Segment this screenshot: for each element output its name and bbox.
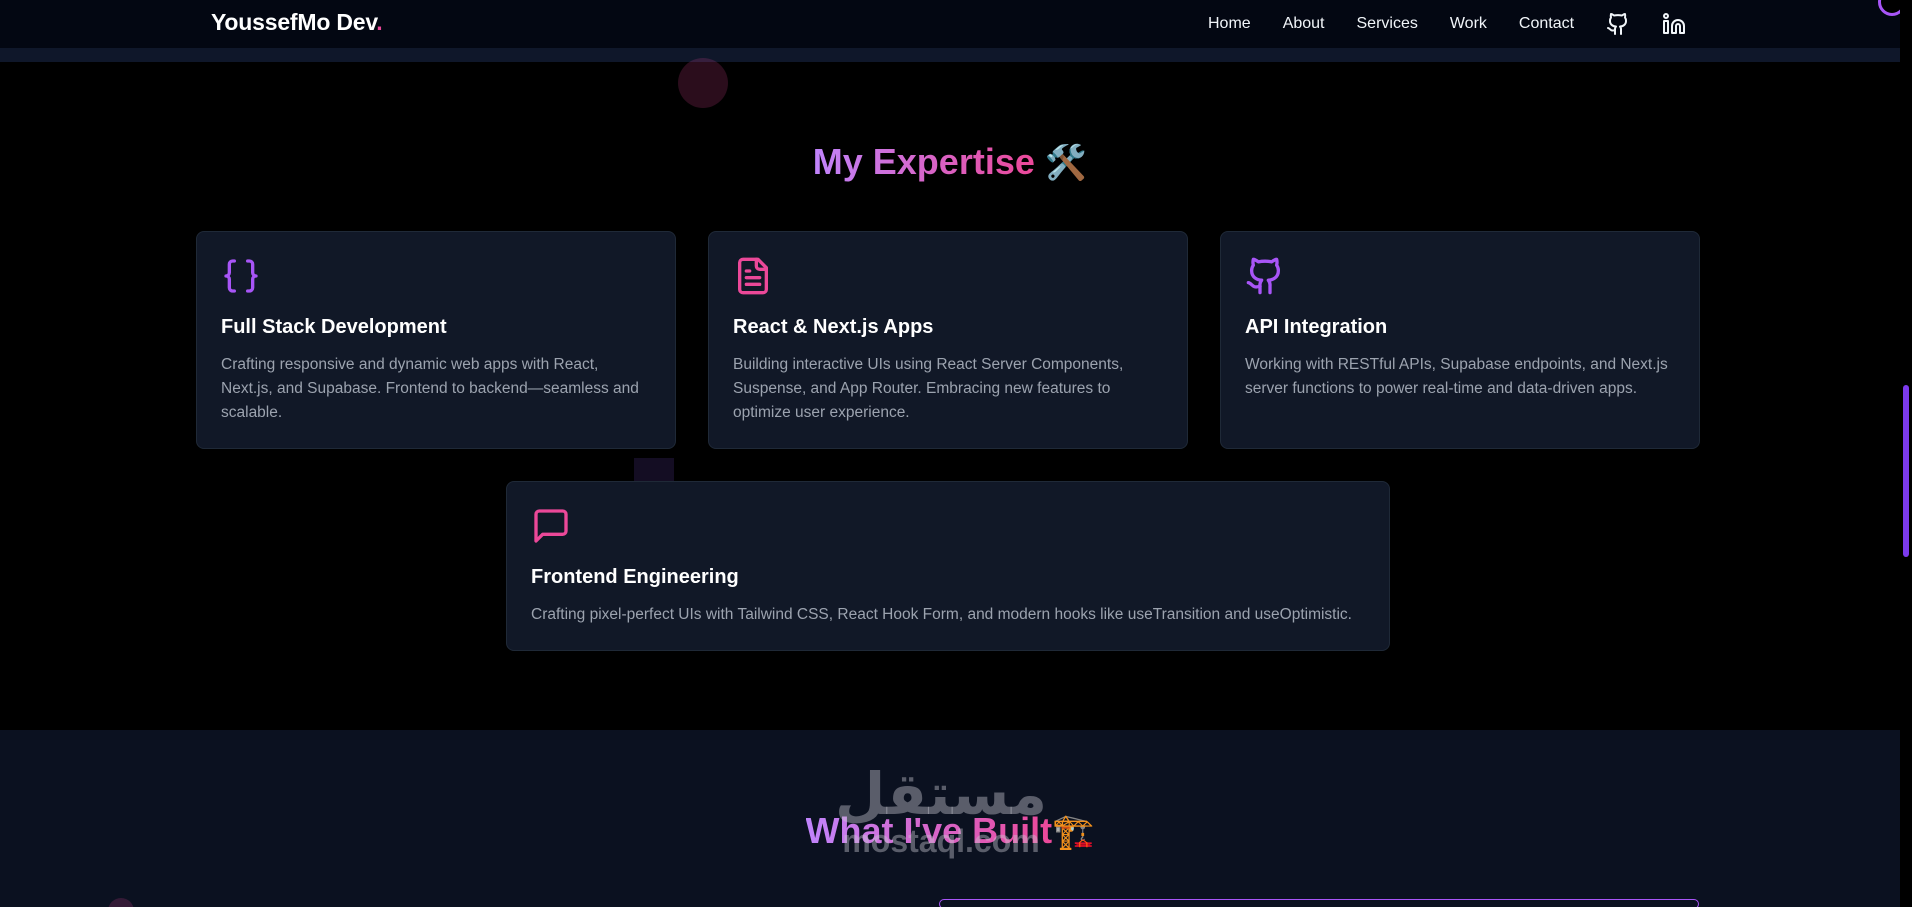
watermark-arabic: مستقل	[834, 760, 1048, 828]
logo-text: YoussefMo Dev	[211, 9, 377, 35]
expertise-title: My Expertise	[812, 141, 1035, 182]
card-description: Crafting pixel-perfect UIs with Tailwind…	[531, 606, 1352, 623]
watermark: مستقل mostaql.com	[806, 765, 1076, 859]
expertise-card-full-stack: Full Stack Development Crafting responsi…	[196, 231, 676, 449]
page-scrollbar[interactable]	[1900, 0, 1912, 907]
card-title: Full Stack Development	[221, 316, 447, 338]
expertise-card-react-next: React & Next.js Apps Building interactiv…	[708, 231, 1188, 449]
github-icon	[1245, 256, 1285, 296]
card-description: Building interactive UIs using React Ser…	[733, 356, 1124, 421]
document-icon	[733, 256, 773, 296]
card-title: React & Next.js Apps	[733, 316, 934, 338]
project-card[interactable]	[939, 899, 1699, 907]
tools-emoji: 🛠️	[1044, 144, 1088, 182]
navbar: YoussefMo Dev. Home About Services Work …	[0, 0, 1900, 48]
github-icon[interactable]	[1606, 12, 1630, 36]
scrollbar-thumb[interactable]	[1903, 385, 1909, 557]
nav-links: Home About Services Work Contact	[1208, 12, 1686, 36]
nav-link-contact[interactable]: Contact	[1519, 15, 1574, 33]
nav-divider	[0, 48, 1900, 62]
expertise-card-frontend: Frontend Engineering Crafting pixel-perf…	[506, 481, 1390, 651]
linkedin-icon[interactable]	[1662, 12, 1686, 36]
card-title: Frontend Engineering	[531, 566, 739, 588]
nav-link-about[interactable]: About	[1283, 15, 1325, 33]
nav-link-work[interactable]: Work	[1450, 15, 1487, 33]
card-description: Working with RESTful APIs, Supabase endp…	[1245, 356, 1668, 397]
decorative-circle	[678, 58, 728, 108]
expertise-heading: My Expertise 🛠️	[0, 141, 1900, 183]
nav-link-services[interactable]: Services	[1357, 15, 1418, 33]
message-icon	[531, 506, 571, 546]
braces-icon	[221, 256, 261, 296]
card-description: Crafting responsive and dynamic web apps…	[221, 356, 639, 421]
expertise-card-api: API Integration Working with RESTful API…	[1220, 231, 1700, 449]
site-logo[interactable]: YoussefMo Dev.	[211, 9, 383, 36]
logo-dot: .	[376, 9, 383, 35]
watermark-latin: mostaql.com	[842, 823, 1040, 859]
nav-link-home[interactable]: Home	[1208, 15, 1251, 33]
card-title: API Integration	[1245, 316, 1388, 338]
